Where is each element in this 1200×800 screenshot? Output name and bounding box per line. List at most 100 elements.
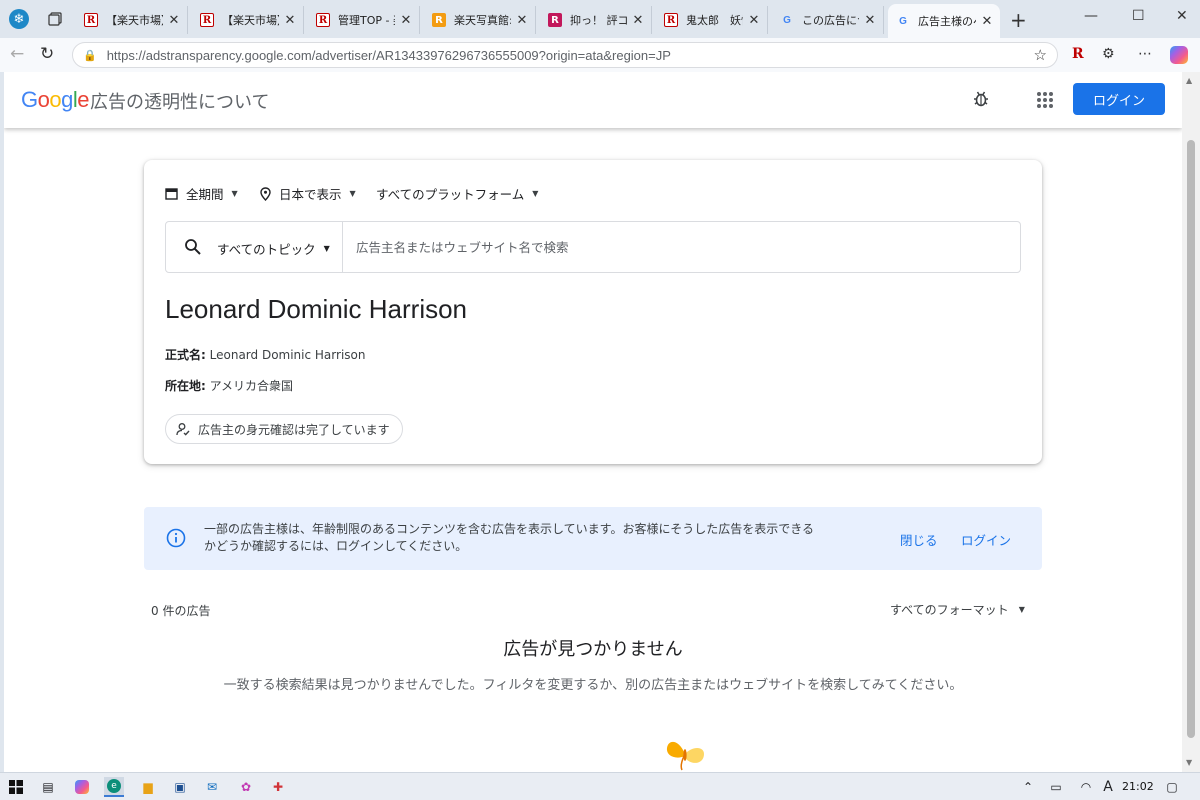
browser-tab-bar: ❄ R 【楽天市場】Sh ✕ R 【楽天市場】パ ✕ R 管理TOP - 楽 ✕… [0, 0, 1200, 38]
notification-icon[interactable]: ▢ [1162, 777, 1182, 797]
advertiser-name: Leonard Dominic Harrison [165, 294, 468, 324]
show-hidden-icons[interactable]: ⌃ [1018, 777, 1038, 797]
period-filter[interactable]: 全期間 ▼ [165, 184, 238, 203]
lock-icon[interactable]: 🔒 [83, 49, 97, 62]
verified-chip[interactable]: 広告主の身元確認は完了しています [165, 414, 403, 444]
bug-report-icon[interactable] [972, 90, 990, 112]
region-filter[interactable]: 日本で表示 ▼ [260, 184, 356, 203]
rakuten-favicon-icon: R [664, 13, 678, 27]
browser-tab[interactable]: R 鬼太郎 妖怪 ✕ [656, 6, 768, 34]
tab-title: この広告につい [802, 14, 859, 27]
store-icon[interactable]: ▣ [170, 777, 190, 797]
system-clock[interactable]: 21:02 [1122, 780, 1154, 793]
rakuten-favicon-icon: R [84, 13, 98, 27]
url-text[interactable]: https://adstransparency.google.com/adver… [107, 48, 1034, 63]
new-tab-icon[interactable]: + [1010, 8, 1027, 32]
search-input[interactable] [356, 236, 996, 258]
scroll-up-icon[interactable]: ▲ [1186, 76, 1192, 85]
page-scrollbar[interactable]: ▲ ▼ [1182, 72, 1200, 772]
close-window-icon[interactable]: ✕ [1176, 8, 1188, 24]
task-view-icon[interactable]: ▤ [38, 777, 58, 797]
favorite-star-icon[interactable]: ☆ [1034, 46, 1047, 64]
empty-state-description: 一致する検索結果は見つかりませんでした。フィルタを変更するか、別の広告主またはウ… [223, 678, 963, 693]
login-button[interactable]: ログイン [1073, 83, 1165, 115]
chevron-down-icon: ▼ [532, 189, 539, 198]
tab-close-icon[interactable]: ✕ [747, 13, 761, 28]
photos-icon[interactable]: ✿ [236, 777, 256, 797]
location-pin-icon [260, 186, 271, 201]
topic-dropdown[interactable]: すべてのトピック ▼ [217, 239, 330, 258]
tab-title: 管理TOP - 楽 [338, 14, 395, 27]
tab-close-icon[interactable]: ✕ [399, 13, 413, 28]
wifi-icon[interactable]: ◠ [1076, 777, 1096, 797]
site-header: Google 広告の透明性について ログイン [4, 72, 1182, 128]
browser-tab[interactable]: R 管理TOP - 楽 ✕ [308, 6, 420, 34]
rakuten-favicon-icon: R [200, 13, 214, 27]
tab-close-icon[interactable]: ✕ [631, 13, 645, 28]
rakuten-extension-icon[interactable]: R [1072, 46, 1084, 62]
empty-state-title: 広告が見つかりません [503, 639, 683, 660]
location-value: アメリカ合衆国 [209, 379, 294, 393]
ad-count: 0 件の広告 [151, 604, 211, 618]
banner-login-button[interactable]: ログイン [961, 530, 1011, 549]
legal-name-row: 正式名: Leonard Dominic Harrison [165, 346, 365, 363]
chevron-down-icon: ▼ [323, 244, 330, 253]
browser-tab[interactable]: R 【楽天市場】パ ✕ [192, 6, 304, 34]
location-label: 所在地: [165, 379, 206, 393]
reload-icon[interactable]: ↻ [40, 44, 54, 64]
scrollbar-thumb[interactable] [1187, 140, 1195, 738]
google-logo[interactable]: Google [21, 87, 90, 113]
file-explorer-icon[interactable]: ▆ [138, 777, 158, 797]
banner-close-button[interactable]: 閉じる [900, 530, 938, 549]
region-filter-label: 日本で表示 [279, 187, 342, 202]
tab-actions-icon[interactable] [44, 8, 66, 30]
format-filter[interactable]: すべてのフォーマット ▼ [890, 601, 1025, 618]
platform-filter[interactable]: すべてのプラットフォーム ▼ [376, 184, 538, 203]
maximize-icon[interactable]: ☐ [1132, 8, 1145, 24]
google-favicon-icon: G [783, 14, 791, 26]
minimize-icon[interactable]: — [1084, 8, 1098, 24]
windows-start-icon[interactable] [6, 777, 26, 797]
ime-indicator[interactable]: A [1098, 777, 1118, 797]
tab-title: 楽天写真館: T [454, 14, 511, 27]
tab-title: 抑っ！ 評コレ [570, 14, 627, 27]
extensions-icon[interactable]: ⚙ [1102, 46, 1115, 62]
outlook-icon[interactable]: ✉ [202, 777, 222, 797]
browser-tab[interactable]: R 楽天写真館: T ✕ [424, 6, 536, 34]
info-icon [166, 528, 186, 548]
browser-tab[interactable]: R 抑っ！ 評コレ ✕ [540, 6, 652, 34]
search-icon[interactable] [184, 238, 202, 256]
browser-profile-icon[interactable]: ❄ [8, 8, 30, 30]
format-filter-label: すべてのフォーマット [890, 603, 1009, 617]
google-favicon-icon: G [899, 15, 907, 27]
browser-tab-active[interactable]: G 広告主様のペ ✕ [888, 4, 1000, 38]
tab-close-icon[interactable]: ✕ [980, 14, 994, 29]
verified-user-icon [176, 423, 190, 436]
copilot-icon[interactable] [1170, 46, 1188, 64]
google-apps-icon[interactable] [1037, 92, 1053, 108]
age-restriction-banner: 一部の広告主様は、年齢制限のあるコンテンツを含む広告を表示しています。お客様にそ… [144, 507, 1042, 570]
more-menu-icon[interactable]: ⋯ [1138, 46, 1152, 62]
chevron-down-icon: ▼ [1018, 605, 1025, 614]
browser-tab[interactable]: R 【楽天市場】Sh ✕ [76, 6, 188, 34]
tab-close-icon[interactable]: ✕ [283, 13, 297, 28]
back-icon[interactable]: ← [10, 44, 24, 64]
browser-toolbar: ← ↻ 🔒 https://adstransparency.google.com… [0, 38, 1200, 72]
butterfly-illustration-icon [666, 741, 704, 771]
platform-filter-label: すべてのプラットフォーム [376, 187, 525, 202]
page-content: Google 広告の透明性について ログイン 全期間 ▼ 日本で表示 ▼ すべて… [4, 72, 1182, 772]
battery-icon[interactable]: ▭ [1046, 777, 1066, 797]
app-taskbar-icon[interactable]: ✚ [268, 777, 288, 797]
scroll-down-icon[interactable]: ▼ [1186, 758, 1192, 767]
address-bar[interactable]: 🔒 https://adstransparency.google.com/adv… [72, 42, 1058, 68]
copilot-taskbar-icon[interactable] [72, 777, 92, 797]
tab-close-icon[interactable]: ✕ [515, 13, 529, 28]
tab-close-icon[interactable]: ✕ [863, 13, 877, 28]
rakuten-orange-favicon-icon: R [432, 13, 446, 27]
edge-taskbar-icon[interactable]: e [104, 777, 124, 797]
browser-tab[interactable]: G この広告につい ✕ [772, 6, 884, 34]
site-title[interactable]: 広告の透明性について [90, 88, 269, 114]
tab-title: 【楽天市場】パ [222, 14, 279, 27]
tab-close-icon[interactable]: ✕ [167, 13, 181, 28]
search-bar: すべてのトピック ▼ [165, 221, 1021, 273]
